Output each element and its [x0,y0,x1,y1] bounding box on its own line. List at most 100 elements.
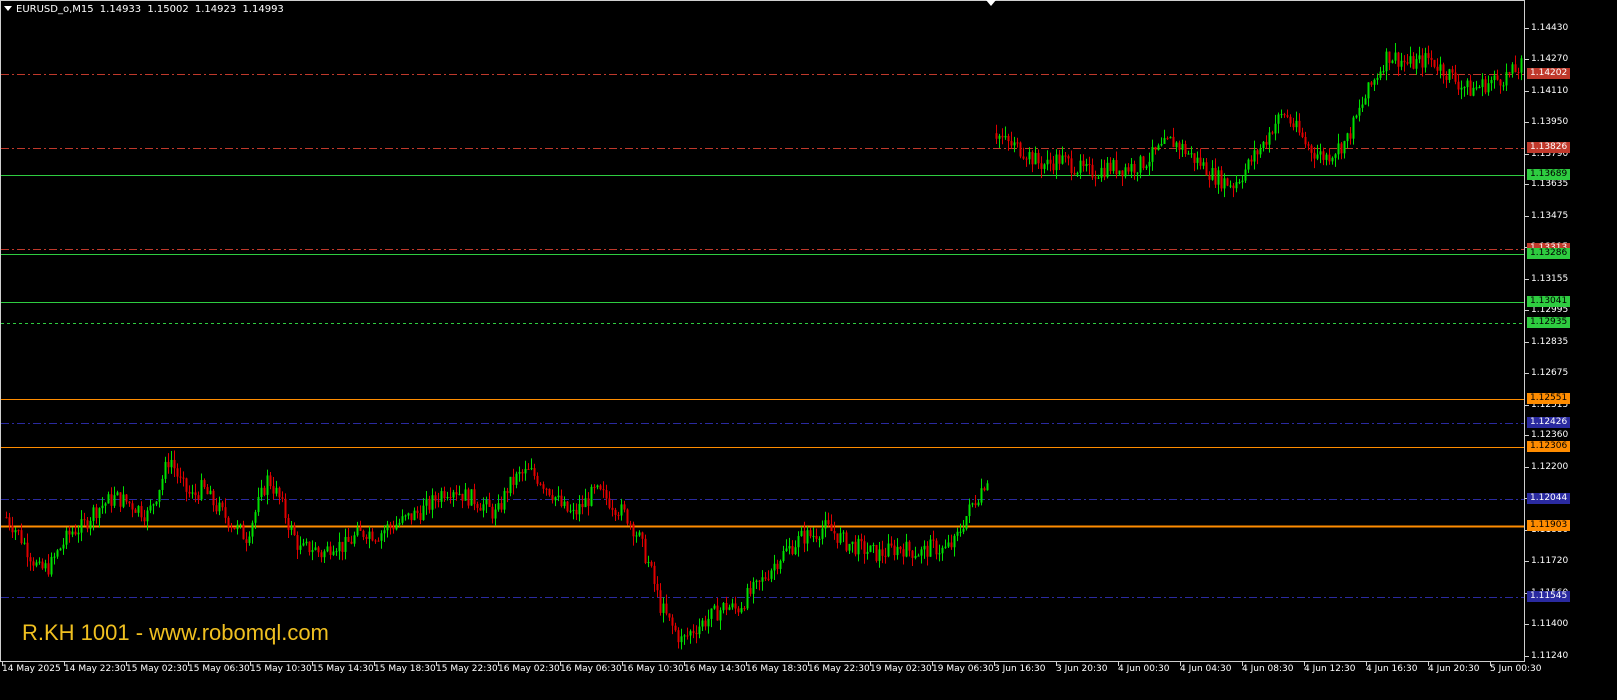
candle-body [899,546,902,550]
candle-body [1211,168,1214,180]
candle-body [464,489,467,501]
candle-body [437,500,440,502]
candle-body [1061,155,1064,164]
candle-body [1262,141,1265,149]
candle-body [1190,153,1193,155]
dropdown-triangle-icon[interactable] [4,6,12,11]
candle-body [704,620,707,627]
candle-body [110,494,113,506]
candle-body [779,560,782,569]
candle-body [587,498,590,506]
candle-body [8,517,11,526]
time-label: 15 May 18:30 [374,664,436,674]
candle-body [755,580,758,583]
candle-body [41,561,44,569]
candle-body [1055,154,1058,171]
candle-body [470,489,473,506]
candle-body [1469,80,1472,96]
candle-body [32,561,35,566]
candle-body [938,553,941,555]
time-label: 16 May 18:30 [746,664,808,674]
candle-body [515,473,518,485]
chart-shift-marker-icon[interactable] [986,0,996,6]
candle-body [827,520,830,525]
candle-body [1232,185,1235,189]
candle-body [152,504,155,506]
candle-body [323,551,326,558]
watermark-text: R.KH 1001 - www.robomql.com [22,620,329,645]
candle-body [809,530,812,537]
candle-body [284,498,287,519]
candle-body [158,489,161,502]
candle-body [995,133,998,139]
candle-body [191,492,194,494]
price-tick [1525,466,1529,468]
candle-body [1367,82,1370,99]
candle-body [1037,153,1040,164]
candle-body [47,563,50,575]
time-label: 5 Jun 00:30 [1490,664,1542,674]
candle-body [671,617,674,626]
price-axis[interactable]: 1.14430 1.14270 1.14110 1.13950 1.13790 1.136… [1525,0,1617,662]
candle-body [1040,163,1043,169]
candle-body [761,577,764,582]
candle-body [200,480,203,500]
candle-body [1406,62,1409,64]
candle-body [1004,135,1007,138]
candle-body [1148,161,1151,167]
candle-body [320,552,323,558]
candle-body [707,618,710,627]
candle-body [635,535,638,537]
candle-body [875,545,878,561]
candle-body [242,524,245,540]
candle-body [914,555,917,558]
candle-body [641,532,644,539]
candle-body [1403,60,1406,63]
candle-body [1142,156,1145,169]
price-label: 1.12995 [1531,305,1569,316]
candle-body [911,550,914,558]
candle-body [1391,60,1394,63]
candle-body [863,541,866,554]
candle-body [1358,107,1361,116]
candle-body [317,547,320,553]
candle-body [74,531,77,535]
candle-body [239,524,242,526]
candle-body [608,498,611,508]
time-label: 4 Jun 20:30 [1428,664,1480,674]
candle-body [1154,146,1157,150]
candle-body [143,517,146,522]
candle-body [227,517,230,527]
candle-body [806,530,809,544]
candle-body [536,475,539,484]
candle-body [455,492,458,495]
time-axis[interactable]: 14 May 2025 14 May 22:30 15 May 02:30 15 Ma… [0,662,1541,700]
candle-body [299,545,302,550]
candle-body [1118,170,1121,175]
candle-body [1208,175,1211,180]
candle-body [740,608,743,613]
candle-body [77,532,80,535]
candle-body [1277,114,1280,124]
candle-body [377,540,380,542]
symbol-timeframe: EURUSD_o,M15 [16,4,94,15]
candle-body [71,531,74,535]
plot-area[interactable] [0,0,1525,662]
candle-body [947,542,950,547]
candle-body [1079,160,1082,173]
candle-body [1226,178,1229,186]
candle-body [383,530,386,534]
candle-body [1250,159,1253,162]
level-price-tag: 1.12306 [1527,440,1571,452]
candle-body [449,497,452,499]
price-tick [1525,561,1529,563]
candle-body [944,546,947,548]
candle-body [1436,66,1439,71]
chart-window[interactable]: EURUSD_o,M15 1.14933 1.15002 1.14923 1.1… [0,0,1617,700]
price-tick [1525,215,1529,217]
candle-body [1013,142,1016,146]
candle-body [416,510,419,514]
price-label: 1.14270 [1531,54,1569,65]
candle-body [746,588,749,609]
candle-body [734,603,737,609]
